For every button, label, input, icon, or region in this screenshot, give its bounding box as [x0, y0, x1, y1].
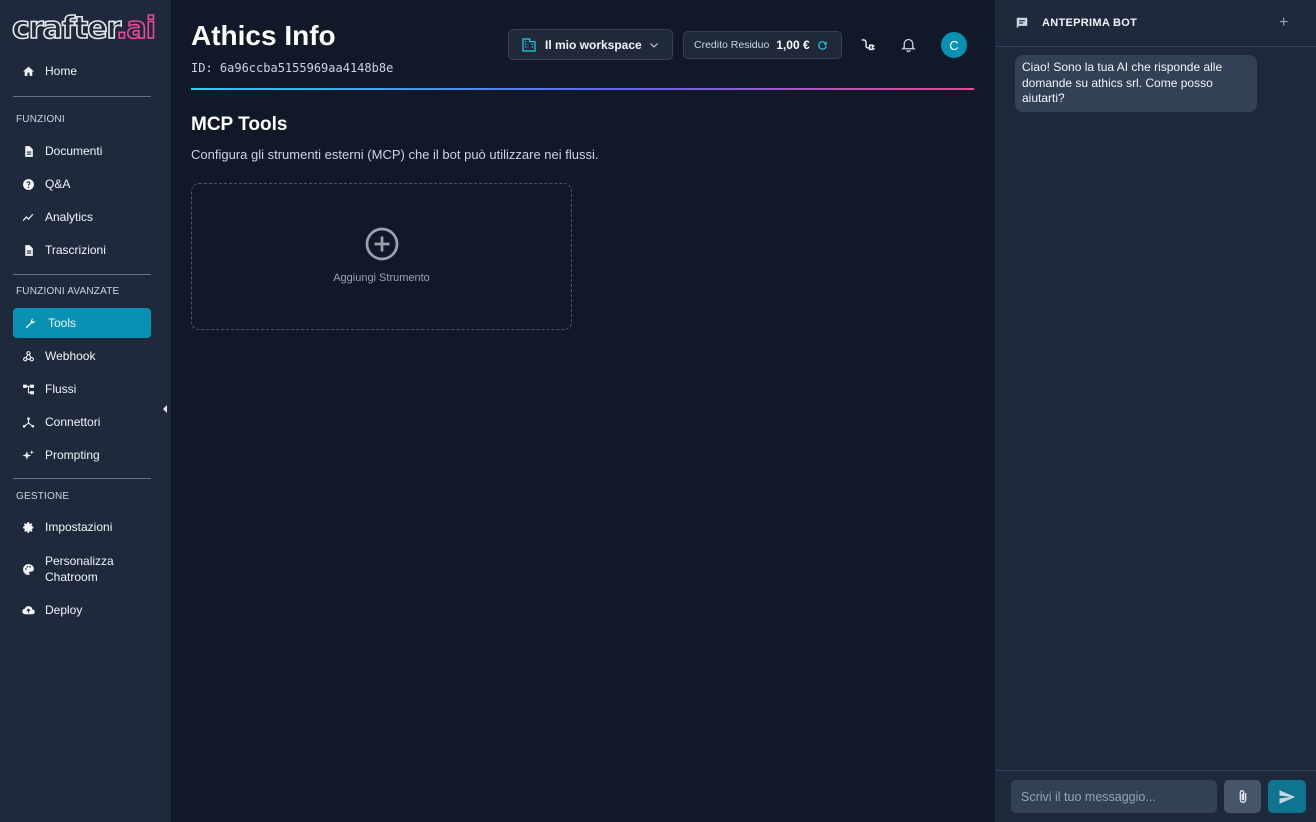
- add-tool-label: Aggiungi Strumento: [333, 271, 430, 284]
- section-title: MCP Tools: [191, 114, 288, 135]
- notifications-button[interactable]: [897, 33, 919, 55]
- sidebar-item-label: Home: [45, 64, 78, 78]
- section-label-gestione: GESTIONE: [16, 491, 70, 502]
- logo-text: crafter.ai: [11, 11, 157, 46]
- add-tool-card[interactable]: Aggiungi Strumento: [191, 183, 572, 330]
- sidebar-item-label: Personalizza Chatroom: [45, 554, 114, 584]
- webhook-icon: [21, 349, 35, 363]
- help-icon: [21, 177, 35, 191]
- chat-icon: [1016, 17, 1028, 29]
- credit-widget: Credito Residuo 1,00 €: [683, 31, 842, 59]
- page-title: Athics Info: [191, 20, 336, 51]
- section-label-avanzate: FUNZIONI AVANZATE: [16, 286, 120, 297]
- main-content: Athics Info ID: 6a96ccba5155969aa4148b8e…: [171, 0, 1002, 822]
- panel-header: ANTEPRIMA BOT +: [995, 0, 1316, 47]
- sidebar-item-label: Trascrizioni: [45, 243, 106, 257]
- building-icon: [522, 37, 536, 52]
- sidebar-item-prompting[interactable]: Prompting: [13, 440, 151, 470]
- header-divider: [191, 88, 974, 90]
- sidebar-divider: [13, 274, 151, 275]
- sidebar-item-personalizza-chatroom[interactable]: Personalizza Chatroom: [13, 550, 151, 588]
- bot-id: ID: 6a96ccba5155969aa4148b8e: [191, 61, 394, 75]
- sidebar-item-label: Q&A: [45, 177, 71, 191]
- bell-icon: [900, 38, 916, 52]
- flow-icon: [21, 382, 35, 396]
- sidebar-item-analytics[interactable]: Analytics: [13, 202, 151, 232]
- refresh-icon[interactable]: [817, 40, 828, 51]
- credit-value: 1,00 €: [776, 38, 810, 52]
- sidebar-item-label: Tools: [48, 316, 77, 330]
- sidebar: crafter.ai Home FUNZIONI Documenti Q&A A…: [0, 0, 171, 822]
- sparkle-icon: [21, 448, 35, 462]
- analytics-icon: [21, 210, 35, 224]
- logo[interactable]: crafter.ai: [11, 11, 157, 46]
- panel-title: ANTEPRIMA BOT: [1042, 17, 1138, 29]
- plug-button[interactable]: [856, 33, 878, 55]
- sidebar-divider: [13, 478, 151, 479]
- credit-label: Credito Residuo: [694, 39, 770, 51]
- connector-icon: [21, 415, 35, 429]
- sidebar-item-connettori[interactable]: Connettori: [13, 407, 151, 437]
- sidebar-item-label: Prompting: [45, 448, 100, 462]
- sidebar-item-label: Analytics: [45, 210, 94, 224]
- sidebar-item-impostazioni[interactable]: Impostazioni: [13, 512, 151, 542]
- sidebar-item-qa[interactable]: Q&A: [13, 169, 151, 199]
- sidebar-item-label: Impostazioni: [45, 520, 113, 534]
- sidebar-item-webhook[interactable]: Webhook: [13, 341, 151, 371]
- avatar[interactable]: C: [941, 32, 967, 58]
- plug-icon: [860, 38, 875, 50]
- sidebar-item-label: Connettori: [45, 415, 101, 429]
- collapse-sidebar-icon[interactable]: [163, 405, 167, 413]
- sidebar-item-flussi[interactable]: Flussi: [13, 374, 151, 404]
- sidebar-item-trascrizioni[interactable]: Trascrizioni: [13, 235, 151, 265]
- section-description: Configura gli strumenti esterni (MCP) ch…: [191, 147, 599, 162]
- sidebar-item-deploy[interactable]: Deploy: [13, 595, 151, 625]
- new-chat-button[interactable]: +: [1279, 14, 1288, 32]
- section-label-funzioni: FUNZIONI: [16, 114, 65, 125]
- sidebar-item-label: Flussi: [45, 382, 77, 396]
- wrench-icon: [23, 316, 37, 330]
- plus-circle-icon: [365, 227, 398, 260]
- document-icon: [21, 144, 35, 158]
- sidebar-item-label: Deploy: [45, 603, 83, 617]
- cloud-upload-icon: [21, 603, 35, 617]
- sidebar-item-label: Webhook: [45, 349, 96, 363]
- sidebar-divider: [13, 96, 151, 97]
- send-button[interactable]: [1268, 780, 1306, 813]
- sidebar-item-home[interactable]: Home: [13, 56, 151, 86]
- paperclip-icon: [1239, 789, 1246, 803]
- chevron-down-icon: [650, 42, 658, 48]
- palette-icon: [21, 562, 35, 576]
- attach-button[interactable]: [1224, 780, 1261, 813]
- transcript-icon: [21, 243, 35, 257]
- gear-icon: [21, 520, 35, 534]
- chat-input-bar: [995, 770, 1316, 822]
- bot-preview-panel: ANTEPRIMA BOT + Ciao! Sono la tua AI che…: [995, 0, 1316, 822]
- workspace-label: Il mio workspace: [545, 37, 642, 52]
- home-icon: [21, 64, 35, 78]
- send-icon: [1279, 789, 1296, 804]
- sidebar-item-documenti[interactable]: Documenti: [13, 136, 151, 166]
- sidebar-item-label: Documenti: [45, 144, 103, 158]
- message-input[interactable]: [1011, 780, 1217, 813]
- sidebar-item-tools[interactable]: Tools: [13, 308, 151, 338]
- workspace-dropdown[interactable]: Il mio workspace: [508, 29, 673, 60]
- bot-message: Ciao! Sono la tua AI che risponde alle d…: [1015, 55, 1257, 112]
